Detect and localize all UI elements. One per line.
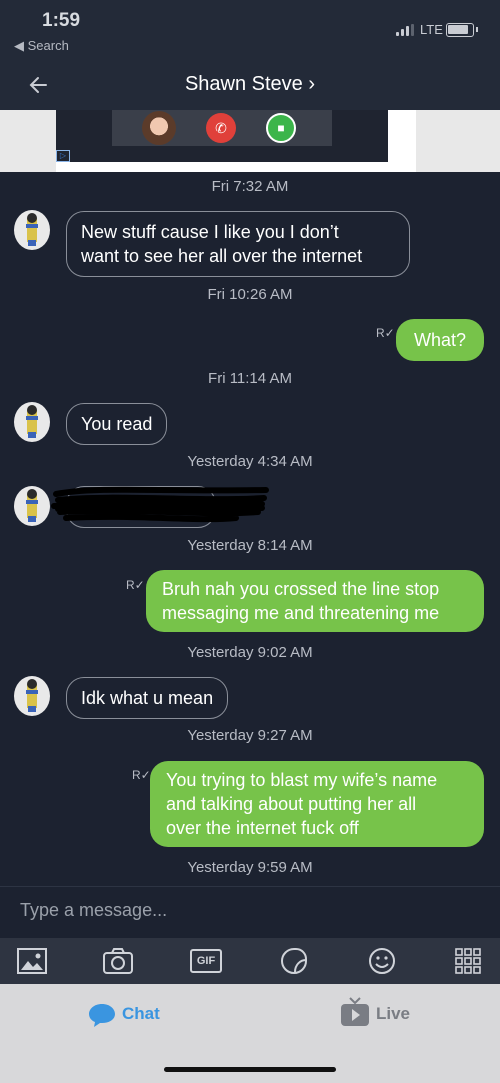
emoji-icon[interactable] [366, 946, 398, 976]
timestamp: Yesterday 9:02 AM [187, 644, 313, 661]
timestamp: Yesterday 9:59 AM [187, 859, 313, 876]
tab-live[interactable]: Live [340, 997, 411, 1026]
decline-call-icon: ✆ [206, 113, 236, 143]
contact-avatar[interactable] [14, 402, 50, 442]
read-receipt-icon: R✓ [126, 578, 145, 592]
incoming-message[interactable]: Idk what u mean [66, 677, 229, 719]
outgoing-message[interactable]: Bruh nah you crossed the line stop messa… [146, 570, 484, 632]
sticker-icon[interactable] [278, 946, 310, 976]
status-bar: 1:59 ◀ Search LTE [0, 0, 500, 62]
tv-play-icon [341, 997, 369, 1026]
contact-avatar[interactable] [14, 676, 50, 716]
apps-grid-icon[interactable] [452, 946, 484, 976]
read-receipt-icon: R✓ [132, 768, 151, 782]
ad-avatar [142, 111, 176, 145]
ad-choices-icon[interactable]: ▷ [56, 150, 70, 162]
ad-content[interactable]: ✆ ■ ▷ [56, 110, 416, 172]
timestamp: Fri 10:26 AM [207, 286, 293, 303]
chat-bubble-icon [89, 1004, 115, 1027]
tab-chat[interactable]: Chat [88, 1004, 160, 1027]
conversation-header: Shawn Steve › [0, 62, 500, 110]
clock: 1:59 [42, 10, 81, 31]
timestamp: Fri 7:32 AM [211, 178, 289, 195]
tab-chat-label: Chat [122, 1004, 160, 1023]
attachment-toolbar: GIF [0, 938, 500, 984]
battery-icon [446, 23, 478, 37]
contact-name[interactable]: Shawn Steve › [0, 73, 500, 96]
timestamp: Yesterday 8:14 AM [187, 537, 313, 554]
incoming-message[interactable]: You read [66, 403, 168, 445]
video-call-icon: ■ [266, 113, 296, 143]
outgoing-message[interactable]: What? [396, 319, 484, 361]
outgoing-message[interactable]: You trying to blast my wife’s name and t… [150, 761, 484, 847]
timestamp: Fri 11:14 AM [208, 370, 292, 387]
ad-banner[interactable]: ✆ ■ ▷ [0, 110, 500, 172]
back-to-search-link[interactable]: ◀ Search [14, 38, 69, 54]
signal-icon [396, 24, 416, 36]
network-label: LTE [420, 22, 443, 37]
image-icon[interactable] [16, 946, 48, 976]
tab-live-label: Live [376, 1004, 411, 1023]
timestamp: Yesterday 9:27 AM [187, 727, 313, 744]
incoming-message[interactable]: New stuff cause I like you I don’t want … [66, 211, 410, 277]
timestamp: Yesterday 4:34 AM [187, 453, 313, 470]
message-input[interactable]: Type a message... [20, 900, 167, 921]
contact-avatar[interactable] [14, 210, 50, 250]
redaction-scribble [51, 486, 269, 523]
camera-icon[interactable] [102, 946, 134, 976]
read-receipt-icon: R✓ [376, 326, 395, 340]
message-composer[interactable]: Type a message... [0, 886, 500, 938]
home-indicator [164, 1067, 336, 1072]
gif-icon[interactable]: GIF [190, 949, 222, 973]
